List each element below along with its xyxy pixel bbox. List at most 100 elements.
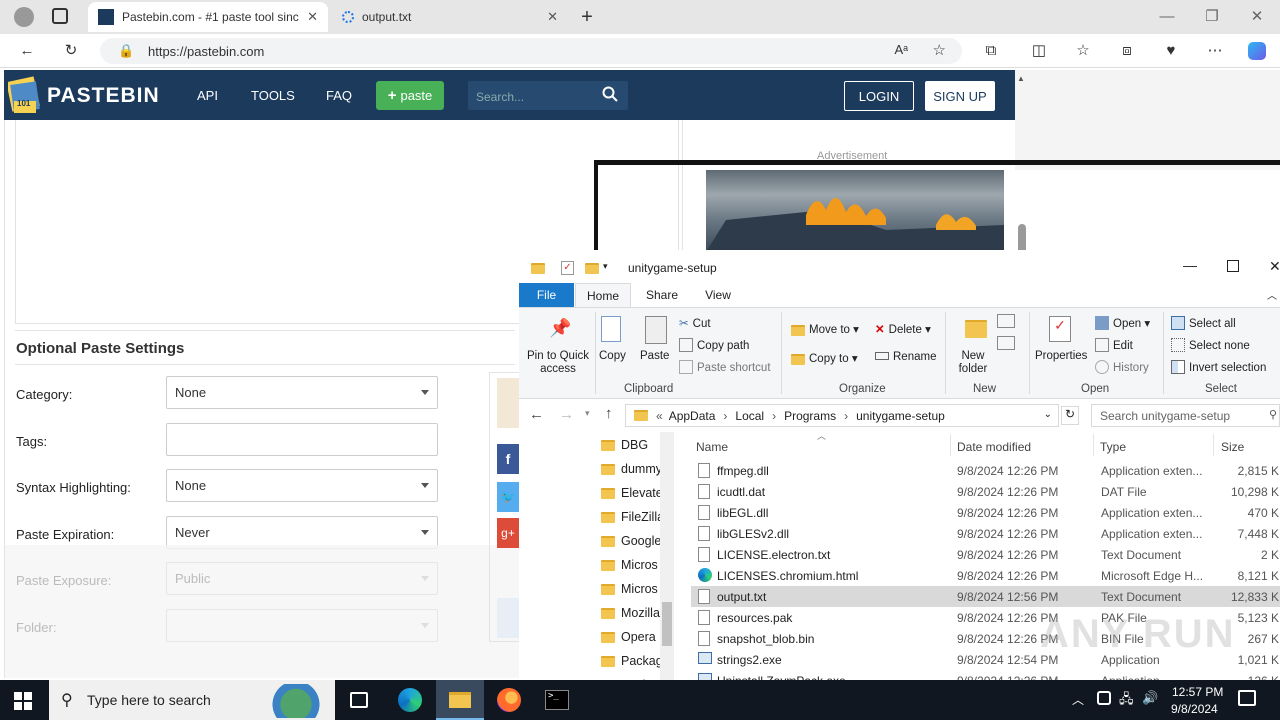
- tab-view[interactable]: View: [695, 283, 741, 307]
- rename-button[interactable]: Rename: [875, 351, 936, 363]
- recent-locations-icon[interactable]: ▾: [585, 408, 590, 419]
- pastebin-logo-text[interactable]: PASTEBIN: [47, 84, 160, 108]
- file-row[interactable]: icudtl.dat 9/8/2024 12:26 PM DAT File 10,29…: [691, 481, 1280, 502]
- start-button[interactable]: [14, 692, 32, 710]
- file-row[interactable]: ffmpeg.dll 9/8/2024 12:26 PM Application e…: [691, 460, 1280, 481]
- paste-button[interactable]: Paste: [640, 350, 669, 362]
- tree-item[interactable]: Micros: [597, 553, 660, 577]
- copy-path-button[interactable]: Copy path: [679, 338, 749, 352]
- twitter-icon[interactable]: 🐦: [497, 482, 519, 512]
- tab-home[interactable]: Home: [575, 283, 631, 307]
- signup-button[interactable]: SIGN UP: [925, 81, 995, 111]
- file-explorer-taskbar-icon[interactable]: [436, 680, 484, 720]
- breadcrumb-programs[interactable]: Programs: [784, 409, 836, 423]
- search-icon[interactable]: [602, 86, 618, 102]
- refresh-icon[interactable]: ↻: [62, 42, 80, 60]
- tab-output-txt[interactable]: output.txt ✕: [332, 2, 568, 32]
- path-dropdown-icon[interactable]: ⌄: [1044, 409, 1052, 420]
- new-folder-button[interactable]: New folder: [955, 350, 991, 376]
- collections-icon[interactable]: ⧈: [1118, 42, 1136, 60]
- new-item-icon[interactable]: [997, 314, 1015, 328]
- edge-taskbar-icon[interactable]: [398, 688, 422, 712]
- search-icon[interactable]: ⚲: [1269, 408, 1277, 421]
- login-button[interactable]: LOGIN: [844, 81, 914, 111]
- copilot-icon[interactable]: [1248, 42, 1266, 60]
- syntax-select[interactable]: None: [166, 469, 438, 502]
- easy-access-icon[interactable]: [997, 336, 1015, 350]
- favorite-star-icon[interactable]: ☆: [933, 41, 946, 59]
- nav-api[interactable]: API: [197, 88, 218, 103]
- new-tab-icon[interactable]: +: [578, 7, 596, 27]
- paste-shortcut-button[interactable]: Paste shortcut: [679, 360, 771, 374]
- new-folder-qa-icon[interactable]: [585, 263, 599, 274]
- back-icon[interactable]: ←: [18, 42, 36, 60]
- address-path[interactable]: « AppData › Local › Programs › unitygame-se…: [625, 404, 1059, 427]
- nav-faq[interactable]: FAQ: [326, 88, 352, 103]
- explorer-search-input[interactable]: Search unitygame-setup: [1091, 404, 1280, 427]
- cut-button[interactable]: ✂ Cut: [679, 316, 711, 330]
- network-icon[interactable]: 🖧: [1119, 690, 1134, 712]
- tree-item[interactable]: DBG: [597, 433, 660, 457]
- file-row[interactable]: libGLESv2.dll 9/8/2024 12:26 PM Applicatio…: [691, 523, 1280, 544]
- file-row[interactable]: output.txt 9/8/2024 12:56 PM Text Document…: [691, 586, 1280, 607]
- close-window-icon[interactable]: ✕: [1248, 8, 1266, 26]
- taskbar-search-box[interactable]: ⚲ Type here to search: [49, 680, 335, 720]
- back-icon[interactable]: ←: [529, 406, 544, 423]
- forward-icon[interactable]: →: [559, 406, 574, 423]
- terminal-taskbar-icon[interactable]: >_: [545, 690, 569, 710]
- edit-button[interactable]: Edit: [1095, 338, 1133, 352]
- task-view-icon[interactable]: [350, 692, 368, 708]
- favorites-icon[interactable]: ☆: [1074, 42, 1092, 60]
- clock-date[interactable]: 9/8/2024: [1171, 702, 1218, 716]
- tags-input[interactable]: [166, 423, 438, 456]
- clock-time[interactable]: 12:57 PM: [1172, 685, 1223, 699]
- file-row[interactable]: Uninstall ZaymPack.exe9/8/2024 12:26 PMA…: [691, 670, 1280, 680]
- move-to-button[interactable]: Move to ▾: [791, 322, 859, 336]
- col-date-modified[interactable]: Date modified: [957, 440, 1031, 454]
- breadcrumb-overflow[interactable]: «: [656, 409, 663, 423]
- pastebin-logo-icon[interactable]: 101: [6, 75, 42, 115]
- qa-dropdown-icon[interactable]: ▾: [603, 261, 608, 272]
- folder-select[interactable]: [166, 609, 438, 642]
- breadcrumb-appdata[interactable]: AppData: [669, 409, 716, 423]
- tree-item[interactable]: Opera: [597, 625, 660, 649]
- close-tab-icon[interactable]: ✕: [547, 9, 558, 25]
- tree-scrollbar-thumb[interactable]: [662, 602, 672, 646]
- tab-share[interactable]: Share: [639, 283, 685, 307]
- scrollbar-up-icon[interactable]: ▲: [1017, 74, 1025, 83]
- col-type[interactable]: Type: [1100, 440, 1126, 454]
- close-window-icon[interactable]: ✕: [1269, 258, 1280, 275]
- show-hidden-icons[interactable]: ︿: [1072, 691, 1084, 708]
- col-name[interactable]: Name: [696, 440, 728, 454]
- breadcrumb-local[interactable]: Local: [735, 409, 764, 423]
- maximize-icon[interactable]: [1227, 260, 1239, 272]
- invert-selection-button[interactable]: Invert selection: [1171, 360, 1266, 374]
- notifications-icon[interactable]: [1238, 690, 1256, 706]
- col-size[interactable]: Size: [1221, 440, 1244, 454]
- lock-icon[interactable]: 🔒: [118, 43, 134, 59]
- copy-button[interactable]: Copy: [599, 350, 626, 362]
- facebook-icon[interactable]: f: [497, 444, 519, 474]
- tree-item[interactable]: Micros: [597, 577, 660, 601]
- performance-icon[interactable]: ♥: [1162, 42, 1180, 60]
- refresh-icon[interactable]: ↻: [1061, 406, 1079, 425]
- copy-to-button[interactable]: Copy to ▾: [791, 351, 858, 365]
- delete-button[interactable]: ✕ Delete ▾: [875, 322, 931, 336]
- file-row[interactable]: libEGL.dll 9/8/2024 12:26 PM Application e…: [691, 502, 1280, 523]
- new-paste-button[interactable]: + paste: [376, 81, 444, 110]
- google-plus-icon[interactable]: g+: [497, 518, 519, 548]
- restore-icon[interactable]: ❐: [1203, 8, 1221, 26]
- up-icon[interactable]: ↑: [605, 405, 613, 422]
- extensions-icon[interactable]: ⧉: [982, 42, 1000, 60]
- select-none-button[interactable]: Select none: [1171, 338, 1250, 352]
- url-bar[interactable]: 🔒 https://pastebin.com Aᵃ ☆: [100, 38, 962, 64]
- read-aloud-icon[interactable]: Aᵃ: [894, 42, 908, 57]
- volume-icon[interactable]: 🔊: [1142, 690, 1158, 706]
- firefox-taskbar-icon[interactable]: [497, 688, 521, 712]
- category-select[interactable]: None: [166, 376, 438, 409]
- tree-item[interactable]: Google: [597, 529, 660, 553]
- tree-item[interactable]: Mozilla: [597, 601, 660, 625]
- tree-item[interactable]: Packag: [597, 673, 660, 680]
- tree-item[interactable]: Packag: [597, 649, 660, 673]
- tree-item[interactable]: FileZilla: [597, 505, 660, 529]
